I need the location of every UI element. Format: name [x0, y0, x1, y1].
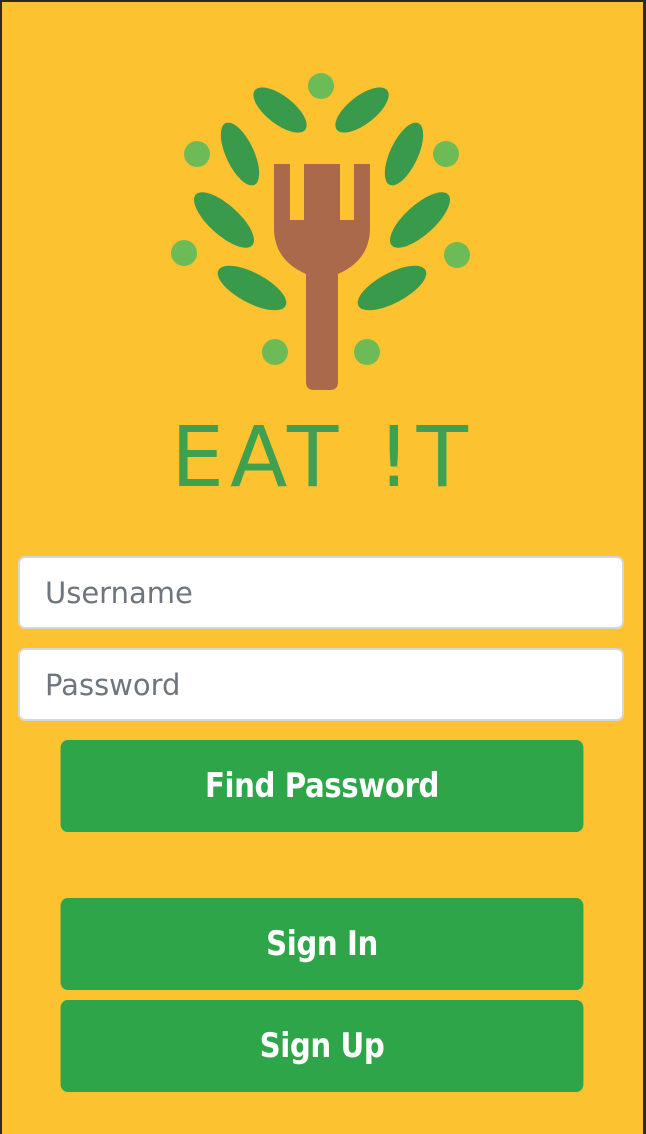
- find-password-button[interactable]: Find Password: [60, 740, 584, 832]
- password-input[interactable]: [18, 648, 624, 721]
- sign-in-label: Sign In: [266, 924, 378, 964]
- find-password-label: Find Password: [205, 766, 439, 806]
- app-name-logo-text: EAT !T: [170, 408, 474, 506]
- login-screen: EAT !T Find Password Sign In Sign Up: [2, 2, 643, 1134]
- fork-tree-logo-icon: [171, 73, 470, 390]
- sign-up-label: Sign Up: [259, 1026, 385, 1066]
- username-input[interactable]: [18, 556, 624, 629]
- sign-in-button[interactable]: Sign In: [60, 898, 584, 990]
- sign-up-button[interactable]: Sign Up: [60, 1000, 584, 1092]
